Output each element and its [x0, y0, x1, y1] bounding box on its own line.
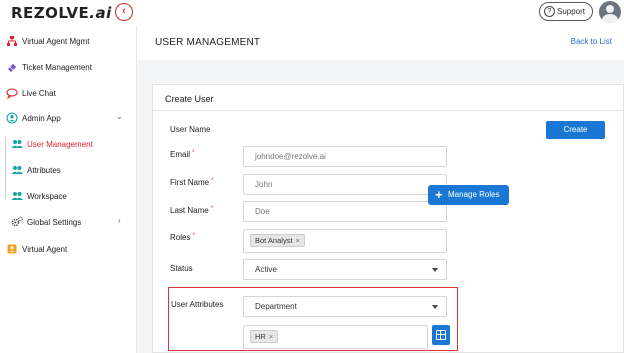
- sidebar-item-label: Attributes: [27, 165, 61, 175]
- user-name-label: User Name: [170, 125, 211, 134]
- attribute-select[interactable]: Department: [243, 296, 447, 317]
- chat-icon: [6, 87, 18, 100]
- role-chip: Bot Analyst ×: [250, 234, 305, 247]
- collapse-sidebar-button[interactable]: ‹: [115, 3, 133, 21]
- support-label: Support: [557, 7, 586, 16]
- sidebar-item-live-chat[interactable]: Live Chat: [6, 83, 56, 103]
- sidebar-item-user-management[interactable]: User Management: [11, 134, 93, 154]
- caret-down-icon: [432, 305, 438, 309]
- page-header: USER MANAGEMENT Back to List: [137, 26, 624, 60]
- users-icon: [11, 138, 23, 150]
- create-button[interactable]: Create: [546, 121, 605, 139]
- avatar[interactable]: [599, 1, 621, 23]
- sidebar: Virtual Agent Mgmt Ticket Management Liv…: [0, 26, 137, 353]
- attribute-chip-label: HR: [255, 332, 266, 341]
- remove-role-icon[interactable]: ×: [296, 236, 300, 245]
- add-attribute-button[interactable]: [432, 325, 450, 345]
- grid-plus-icon: [436, 330, 446, 340]
- logo-text: REZOLVE: [11, 4, 90, 22]
- users-icon: [11, 164, 23, 176]
- sidebar-item-label: Workspace: [27, 191, 67, 201]
- ticket-icon: [6, 61, 18, 73]
- sidebar-item-label: Ticket Management: [22, 62, 92, 72]
- users-icon: [11, 190, 23, 202]
- sidebar-item-admin-app[interactable]: Admin App: [6, 108, 61, 128]
- manage-roles-button[interactable]: + Manage Roles: [428, 185, 509, 205]
- top-bar: REZOLVE.ai ‹ ? Support: [0, 0, 624, 26]
- sidebar-item-virtual-agent-mgmt[interactable]: Virtual Agent Mgmt: [6, 31, 89, 51]
- status-value: Active: [255, 265, 277, 274]
- role-chip-label: Bot Analyst: [255, 236, 293, 245]
- first-name-label: First Name *: [170, 178, 214, 187]
- chevron-down-icon: ⌄: [116, 112, 123, 121]
- avatar-body: [602, 14, 618, 23]
- plus-icon: +: [435, 187, 443, 202]
- roles-field[interactable]: Bot Analyst ×: [243, 229, 447, 253]
- logo[interactable]: REZOLVE.ai: [11, 4, 112, 22]
- divider: [153, 110, 624, 111]
- caret-down-icon: [432, 268, 438, 272]
- submenu-guide-line: [5, 137, 6, 199]
- sidebar-item-label: Live Chat: [22, 88, 56, 98]
- email-field[interactable]: johndoe@rezolve.ai: [243, 146, 447, 167]
- attribute-chip: HR ×: [250, 330, 279, 343]
- attribute-select-value: Department: [255, 302, 297, 311]
- manage-roles-label: Manage Roles: [448, 190, 500, 199]
- attribute-values-field[interactable]: HR ×: [243, 325, 428, 349]
- status-label: Status: [170, 264, 193, 273]
- gears-icon: [11, 216, 23, 228]
- sidebar-item-workspace[interactable]: Workspace: [11, 186, 67, 206]
- card-title: Create User: [165, 94, 214, 104]
- sitemap-icon: [6, 35, 18, 47]
- sidebar-item-label: Virtual Agent: [22, 244, 68, 254]
- last-name-field[interactable]: Doe: [243, 201, 447, 222]
- sidebar-item-label: Admin App: [22, 113, 61, 123]
- back-to-list-link[interactable]: Back to List: [571, 37, 612, 46]
- chevron-right-icon: ›: [118, 216, 121, 225]
- first-name-field[interactable]: John: [243, 174, 447, 195]
- sidebar-item-ticket-management[interactable]: Ticket Management: [6, 57, 92, 77]
- sidebar-item-label: Virtual Agent Mgmt: [22, 36, 90, 46]
- email-label: Email *: [170, 150, 195, 159]
- agent-icon: [6, 243, 18, 255]
- sidebar-item-attributes[interactable]: Attributes: [11, 160, 61, 180]
- remove-attribute-icon[interactable]: ×: [269, 332, 273, 341]
- logo-suffix: .ai: [89, 4, 112, 22]
- support-button[interactable]: ? Support: [539, 2, 593, 21]
- last-name-label: Last Name *: [170, 206, 214, 215]
- sidebar-item-label: Global Settings: [27, 217, 82, 227]
- help-icon: ?: [544, 6, 555, 17]
- chevron-left-icon: ‹: [122, 5, 126, 17]
- status-select[interactable]: Active: [243, 259, 447, 280]
- sidebar-item-virtual-agent[interactable]: Virtual Agent: [6, 239, 67, 259]
- roles-label: Roles *: [170, 233, 195, 242]
- page-title: USER MANAGEMENT: [155, 37, 261, 48]
- sidebar-item-global-settings[interactable]: Global Settings: [11, 212, 81, 232]
- avatar-head: [606, 5, 614, 13]
- sidebar-item-label: User Management: [27, 139, 93, 149]
- admin-icon: [6, 112, 18, 124]
